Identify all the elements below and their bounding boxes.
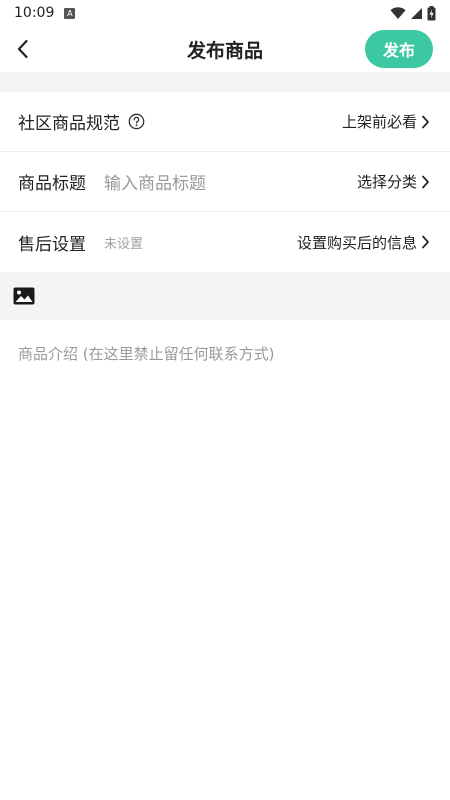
after-sale-row[interactable]: 售后设置 未设置 设置购买后的信息 bbox=[0, 212, 450, 272]
question-circle-icon[interactable] bbox=[128, 113, 145, 130]
publish-button[interactable]: 发布 bbox=[365, 30, 433, 68]
cell-signal-icon bbox=[411, 7, 422, 19]
top-bar: 发布商品 发布 bbox=[0, 26, 450, 72]
editor-toolbar bbox=[0, 272, 450, 320]
wifi-icon bbox=[390, 6, 406, 19]
image-icon[interactable] bbox=[13, 287, 35, 305]
status-time: 10:09 bbox=[14, 5, 55, 21]
product-title-row: 商品标题 输入商品标题 选择分类 bbox=[0, 152, 450, 212]
must-read-label: 上架前必看 bbox=[341, 113, 417, 131]
chevron-left-icon bbox=[17, 39, 28, 59]
select-category-link[interactable]: 选择分类 bbox=[357, 171, 430, 192]
status-bar: 10:09 A bbox=[0, 0, 450, 26]
product-title-label: 商品标题 bbox=[18, 174, 86, 194]
chevron-right-icon bbox=[422, 115, 429, 128]
must-read-link[interactable]: 上架前必看 bbox=[342, 111, 430, 132]
chevron-right-icon bbox=[422, 235, 429, 249]
a-letter-icon: A bbox=[64, 7, 76, 19]
purchase-info-link[interactable]: 设置购买后的信息 bbox=[297, 232, 430, 253]
select-category-label: 选择分类 bbox=[356, 173, 417, 191]
section-divider bbox=[0, 72, 450, 92]
community-rules-label: 社区商品规范 bbox=[18, 114, 120, 134]
after-sale-label: 售后设置 bbox=[18, 234, 86, 255]
purchase-info-label: 设置购买后的信息 bbox=[296, 233, 417, 252]
product-description-input[interactable]: 商品介绍 (在这里禁止留任何联系方式) bbox=[18, 343, 274, 364]
page-title: 发布商品 bbox=[186, 39, 263, 62]
community-rules-row[interactable]: 社区商品规范 上架前必看 bbox=[0, 92, 450, 152]
after-sale-status: 未设置 bbox=[104, 236, 144, 252]
product-title-input[interactable]: 输入商品标题 bbox=[104, 169, 206, 194]
battery-charging-icon bbox=[427, 5, 436, 20]
back-button[interactable] bbox=[10, 34, 36, 64]
chevron-right-icon bbox=[422, 175, 429, 188]
